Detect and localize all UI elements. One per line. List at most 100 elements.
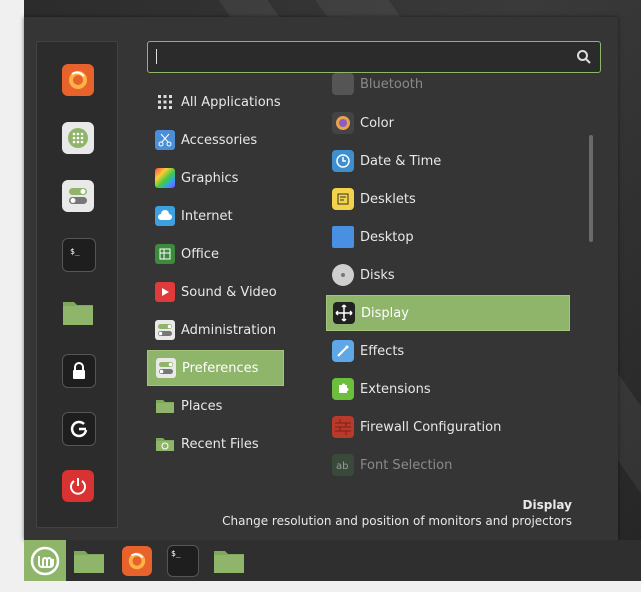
app-display[interactable]: Display <box>326 295 570 331</box>
app-list-scrollbar[interactable] <box>589 135 593 242</box>
disk-icon <box>332 264 354 286</box>
app-label: Bluetooth <box>360 76 424 92</box>
files-folder-icon <box>63 302 93 325</box>
menu-button[interactable] <box>24 540 66 581</box>
display-icon <box>333 302 355 324</box>
category-internet[interactable]: Internet <box>147 198 284 234</box>
app-desktop[interactable]: Desktop <box>326 219 570 255</box>
app-label: Extensions <box>360 381 431 397</box>
screen-edge <box>0 0 24 540</box>
category-label: Preferences <box>182 360 259 376</box>
category-label: Administration <box>181 322 277 338</box>
cloud-icon <box>155 206 175 226</box>
linux-mint-logo-icon <box>30 546 60 575</box>
category-places[interactable]: Places <box>147 388 284 424</box>
category-administration[interactable]: Administration <box>147 312 284 348</box>
category-label: Recent Files <box>181 436 259 452</box>
panel-files-launcher[interactable] <box>72 544 106 578</box>
app-date-time[interactable]: Date & Time <box>326 143 570 179</box>
toggle-icon <box>155 320 175 340</box>
desktop-icon <box>332 226 354 248</box>
category-all-applications[interactable]: All Applications <box>147 84 284 120</box>
effects-icon <box>332 340 354 362</box>
clock-icon <box>332 150 354 172</box>
favorite-files[interactable] <box>62 296 94 328</box>
app-label: Disks <box>360 267 395 283</box>
logout-icon <box>70 420 88 438</box>
panel-terminal-icon: $_ <box>171 549 181 558</box>
panel-folder-launcher[interactable] <box>212 544 246 578</box>
app-font-selection[interactable]: ab Font Selection <box>326 447 570 483</box>
app-disks[interactable]: Disks <box>326 257 570 293</box>
category-recent-files[interactable]: Recent Files <box>147 426 284 462</box>
app-desklets[interactable]: Desklets <box>326 181 570 217</box>
search-icon <box>577 50 591 64</box>
category-label: Sound & Video <box>181 284 277 300</box>
panel-firefox-launcher[interactable] <box>120 544 154 578</box>
system-settings-icon <box>69 188 87 204</box>
app-label: Desktop <box>360 229 414 245</box>
favorite-software-manager[interactable] <box>62 122 94 154</box>
lock-screen-icon <box>73 362 85 379</box>
shutdown-icon <box>70 478 86 495</box>
recent-folder-icon <box>155 434 175 454</box>
favorite-lock-screen[interactable] <box>62 354 96 388</box>
scissors-icon <box>155 130 175 150</box>
category-office[interactable]: Office <box>147 236 284 272</box>
category-accessories[interactable]: Accessories <box>147 122 284 158</box>
description-title: Display <box>522 498 572 512</box>
text-cursor <box>156 49 157 64</box>
app-label: Date & Time <box>360 153 442 169</box>
category-sound-video[interactable]: Sound & Video <box>147 274 284 310</box>
app-label: Color <box>360 115 394 131</box>
favorite-firefox[interactable] <box>62 64 94 96</box>
screen-edge-bottom <box>0 581 641 592</box>
category-label: Accessories <box>181 132 258 148</box>
color-icon <box>332 112 354 134</box>
favorite-shutdown[interactable] <box>62 470 94 502</box>
app-bluetooth[interactable]: Bluetooth <box>326 69 570 99</box>
app-label: Firewall Configuration <box>360 419 502 435</box>
puzzle-icon <box>332 378 354 400</box>
favorite-system-settings[interactable] <box>62 180 94 212</box>
svg-text:$_: $_ <box>171 549 181 558</box>
category-label: Graphics <box>181 170 239 186</box>
panel-folder-icon <box>214 551 244 573</box>
font-icon: ab <box>332 454 354 476</box>
palette-icon <box>155 168 175 188</box>
taskbar-panel: $_ <box>24 540 641 581</box>
svg-text:$_: $_ <box>70 247 80 256</box>
app-label: Font Selection <box>360 457 453 473</box>
terminal-icon: $_ <box>70 247 80 256</box>
application-menu: $_ All Applications Accessories Graphics… <box>24 17 618 540</box>
category-label: Office <box>181 246 219 262</box>
spreadsheet-icon <box>155 244 175 264</box>
panel-firefox-icon <box>128 552 146 570</box>
app-extensions[interactable]: Extensions <box>326 371 570 407</box>
panel-files-icon <box>74 551 104 573</box>
category-label: All Applications <box>181 94 281 110</box>
app-color[interactable]: Color <box>326 105 570 141</box>
panel-terminal-launcher[interactable]: $_ <box>166 544 200 578</box>
description-text: Change resolution and position of monito… <box>222 514 572 528</box>
category-preferences[interactable]: Preferences <box>147 350 284 386</box>
favorites-sidebar: $_ <box>36 41 118 528</box>
toggle-icon <box>156 358 176 378</box>
svg-text:ab: ab <box>336 461 348 472</box>
favorite-logout[interactable] <box>62 412 96 446</box>
folder-icon <box>155 396 175 416</box>
app-label: Display <box>361 305 409 321</box>
app-effects[interactable]: Effects <box>326 333 570 369</box>
category-graphics[interactable]: Graphics <box>147 160 284 196</box>
app-firewall-configuration[interactable]: Firewall Configuration <box>326 409 570 445</box>
play-icon <box>155 282 175 302</box>
firewall-icon <box>332 416 354 438</box>
app-label: Effects <box>360 343 405 359</box>
favorite-terminal[interactable]: $_ <box>62 238 96 272</box>
desklets-icon <box>332 188 354 210</box>
grid-icon <box>155 92 175 112</box>
app-label: Desklets <box>360 191 416 207</box>
firefox-icon <box>69 71 87 89</box>
category-label: Places <box>181 398 223 414</box>
bluetooth-icon <box>332 73 354 95</box>
